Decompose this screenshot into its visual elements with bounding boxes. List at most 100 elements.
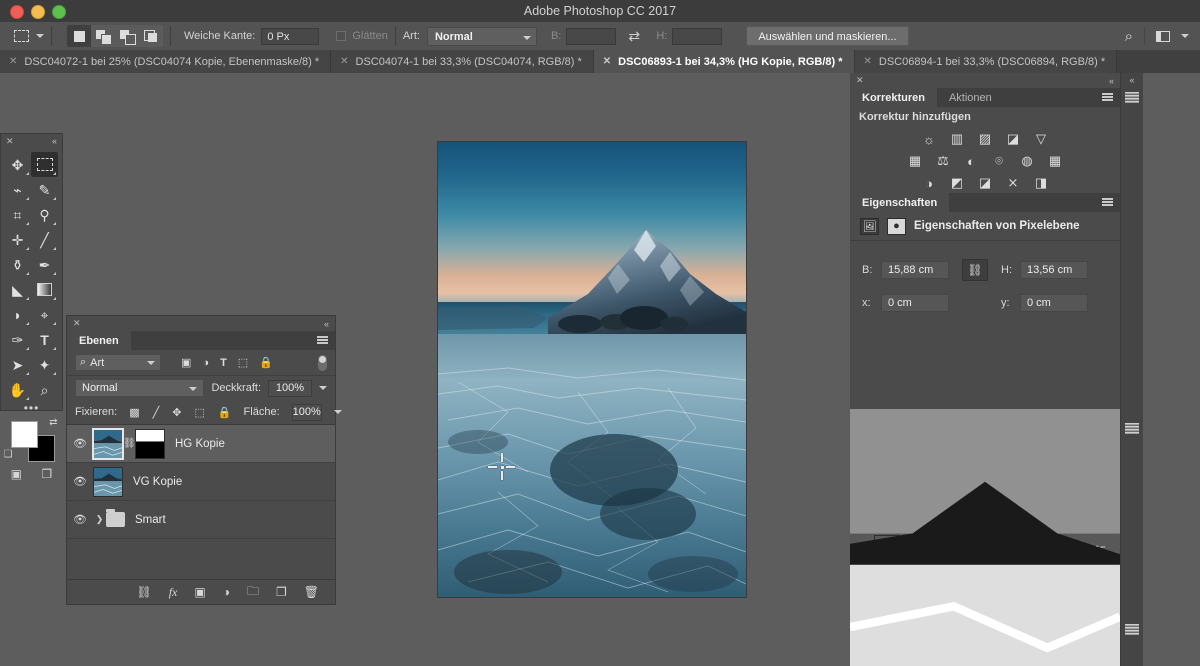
default-colors-icon[interactable]: ❏ <box>4 449 13 460</box>
tab-korrekturen[interactable]: Korrekturen <box>850 88 937 107</box>
document-canvas[interactable] <box>438 142 746 597</box>
eyedropper-tool[interactable]: ⚲ <box>31 202 58 227</box>
workspace-icon[interactable] <box>1156 31 1170 42</box>
antialias-checkbox[interactable] <box>336 31 346 41</box>
pixel-layer-icon[interactable]: 🖼 <box>860 218 879 235</box>
height-input[interactable]: 13,56 cm <box>1020 261 1088 279</box>
tab-eigenschaften[interactable]: Eigenschaften <box>850 193 949 212</box>
subtract-from-selection-button[interactable] <box>115 25 139 47</box>
height-input[interactable] <box>672 28 722 45</box>
panel-menu-icon[interactable] <box>1125 423 1139 434</box>
layer-mask-icon[interactable]: ● <box>887 218 906 235</box>
intersect-selection-button[interactable] <box>139 25 163 47</box>
lock-all-icon[interactable]: 🔒 <box>218 406 232 419</box>
rectangular-marquee-tool[interactable] <box>31 152 58 177</box>
y-input[interactable]: 0 cm <box>1020 294 1088 312</box>
layer-filter-kind-select[interactable]: ⌕ Art <box>75 354 161 371</box>
channel-row-blau[interactable]: 👁 Blau ⌘5 <box>850 533 1120 568</box>
foreground-color-swatch[interactable] <box>11 421 38 448</box>
panel-menu-icon[interactable] <box>1102 88 1120 107</box>
panel-menu-icon[interactable] <box>1125 624 1139 635</box>
close-icon[interactable]: ✕ <box>856 75 864 86</box>
collapse-icon[interactable]: « <box>1109 76 1114 86</box>
new-group-icon[interactable]: 🗀 <box>247 582 259 603</box>
exposure-icon[interactable]: ◪ <box>1004 131 1022 147</box>
new-adjustment-icon[interactable]: ◑ <box>223 585 230 599</box>
type-filter-icon[interactable]: T <box>220 357 227 369</box>
select-and-mask-button[interactable]: Auswählen und maskieren... <box>746 26 908 46</box>
blend-mode-select[interactable]: Normal <box>75 379 204 397</box>
black-white-icon[interactable]: ◐ <box>962 153 980 169</box>
more-tools-button[interactable]: ••• <box>1 402 62 415</box>
panel-menu-icon[interactable] <box>1125 92 1139 103</box>
photo-filter-icon[interactable]: ⌾ <box>990 153 1008 169</box>
tab-ebenen[interactable]: Ebenen <box>67 331 131 350</box>
history-brush-tool[interactable]: ✒ <box>31 252 58 277</box>
lock-transparent-icon[interactable]: ▩ <box>129 406 139 419</box>
panel-menu-icon[interactable] <box>317 331 335 350</box>
chevron-down-icon[interactable] <box>334 410 342 414</box>
width-input[interactable]: 15,88 cm <box>881 261 949 279</box>
crop-tool[interactable]: ⌗ <box>4 202 31 227</box>
smartobject-filter-icon[interactable]: 🔒 <box>259 356 273 369</box>
add-to-selection-button[interactable] <box>91 25 115 47</box>
tool-preset-picker[interactable] <box>11 27 44 45</box>
layer-style-icon[interactable]: fx <box>169 585 178 600</box>
levels-icon[interactable]: ▥ <box>948 131 966 147</box>
chevron-down-icon[interactable] <box>36 34 44 38</box>
chevron-right-icon[interactable]: ❯ <box>93 514 106 525</box>
close-icon[interactable]: ✕ <box>603 56 611 67</box>
brightness-contrast-icon[interactable]: ☼ <box>920 131 938 147</box>
swap-arrows-icon[interactable]: ⇄ <box>628 28 644 44</box>
type-tool[interactable]: T <box>31 327 58 352</box>
delete-layer-icon[interactable]: 🗑 <box>304 585 319 599</box>
channel-mixer-icon[interactable]: ◍ <box>1018 153 1036 169</box>
collapse-icon[interactable]: « <box>324 319 329 329</box>
fill-input[interactable]: 100% <box>292 404 322 421</box>
gradient-map-icon[interactable]: ⨯ <box>1004 175 1022 191</box>
blur-tool[interactable]: ◗ <box>4 302 31 327</box>
chevron-down-icon[interactable] <box>319 386 327 390</box>
spot-healing-brush-tool[interactable]: ✛ <box>4 227 31 252</box>
search-icon[interactable]: ⌕ <box>1125 28 1133 45</box>
close-icon[interactable]: ✕ <box>6 136 14 147</box>
link-dimensions-icon[interactable]: ⛓ <box>962 259 988 281</box>
layer-mask-thumbnail[interactable] <box>135 429 165 459</box>
opacity-input[interactable]: 100% <box>268 380 312 397</box>
close-icon[interactable]: ✕ <box>9 56 17 67</box>
layer-row-vg-kopie[interactable]: 👁 VG Kopie <box>67 463 335 501</box>
document-tab[interactable]: ✕ DSC04072-1 bei 25% (DSC04074 Kopie, Eb… <box>0 50 331 73</box>
close-icon[interactable]: ✕ <box>864 56 872 67</box>
hue-saturation-icon[interactable]: ▦ <box>906 153 924 169</box>
pixel-filter-icon[interactable]: ▣ <box>181 356 191 369</box>
posterize-icon[interactable]: ◩ <box>948 175 966 191</box>
screen-mode-icon[interactable]: ❐ <box>37 466 57 482</box>
path-selection-tool[interactable]: ➤ <box>4 352 31 377</box>
custom-shape-tool[interactable]: ✦ <box>31 352 58 377</box>
tab-aktionen[interactable]: Aktionen <box>937 88 1004 107</box>
vibrance-icon[interactable]: ▽ <box>1032 131 1050 147</box>
collapse-icon[interactable]: « <box>1121 73 1143 85</box>
new-layer-icon[interactable]: ❐ <box>276 585 287 599</box>
gradient-tool[interactable] <box>31 277 58 302</box>
close-icon[interactable]: ✕ <box>73 318 81 329</box>
panel-menu-icon[interactable] <box>1102 193 1120 212</box>
lock-image-icon[interactable]: ╱ <box>153 406 160 419</box>
layer-visibility-icon[interactable]: 👁 <box>67 437 93 450</box>
layer-mask-icon[interactable]: ▣ <box>194 585 205 599</box>
clone-stamp-tool[interactable]: ⚱ <box>4 252 31 277</box>
document-tab-active[interactable]: ✕ DSC06893-1 bei 34,3% (HG Kopie, RGB/8)… <box>594 50 855 73</box>
link-layers-icon[interactable]: ⛓ <box>136 585 151 599</box>
zoom-tool[interactable]: ⌕ <box>31 377 58 402</box>
layer-visibility-icon[interactable]: 👁 <box>67 513 93 526</box>
lasso-tool[interactable]: ⌁ <box>4 177 31 202</box>
layer-row-smart[interactable]: 👁 ❯ Smart <box>67 501 335 539</box>
quick-selection-tool[interactable]: ✎ <box>31 177 58 202</box>
threshold-icon[interactable]: ◪ <box>976 175 994 191</box>
swap-colors-icon[interactable]: ⇄ <box>49 417 57 428</box>
move-tool[interactable]: ✥ <box>4 152 31 177</box>
invert-icon[interactable]: ◑ <box>920 175 938 191</box>
dodge-tool[interactable]: ⌖ <box>31 302 58 327</box>
chevron-down-icon[interactable] <box>1181 34 1189 38</box>
filter-enable-toggle[interactable] <box>318 355 327 371</box>
